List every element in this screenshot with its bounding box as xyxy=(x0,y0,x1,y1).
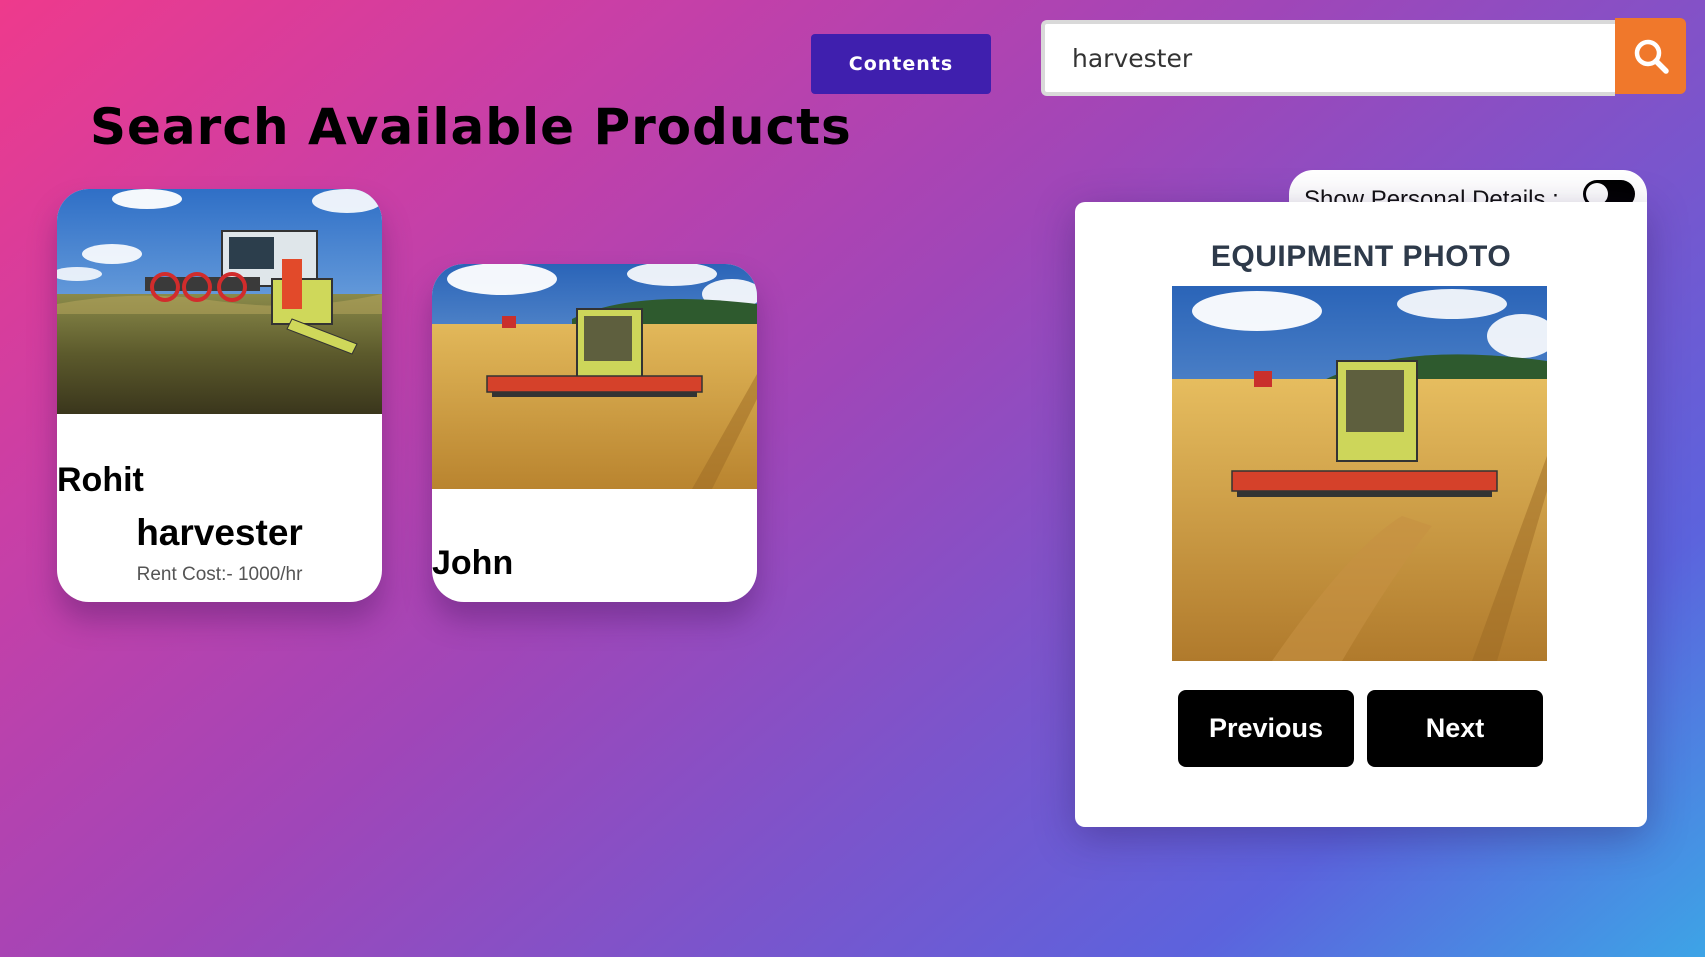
search-input[interactable]: harvester xyxy=(1041,20,1615,96)
product-name: harvester xyxy=(136,512,303,553)
combine-harvester-photo xyxy=(57,189,382,414)
rent-cost: Rent Cost:- 1000/hr xyxy=(136,564,303,585)
panel-title: EQUIPMENT PHOTO xyxy=(1210,240,1512,273)
product-card-john[interactable]: John xyxy=(432,264,757,602)
page-title: Search Available Products xyxy=(90,98,852,156)
product-owner: Rohit xyxy=(57,461,144,499)
search-bar: harvester xyxy=(1041,18,1686,96)
combine-harvester-wheat-field-photo xyxy=(432,264,757,489)
combine-harvester-wheat-field-photo xyxy=(1172,286,1547,661)
equipment-photo-panel: EQUIPMENT PHOTO Previous Next xyxy=(1075,202,1647,827)
search-icon xyxy=(1634,39,1669,74)
product-card-rohit[interactable]: Rohit harvester Rent Cost:- 1000/hr xyxy=(57,189,382,602)
contents-button[interactable]: Contents xyxy=(811,34,991,94)
previous-button[interactable]: Previous xyxy=(1178,690,1354,767)
product-owner: John xyxy=(432,544,514,582)
next-button[interactable]: Next xyxy=(1367,690,1543,767)
search-button[interactable] xyxy=(1615,18,1686,94)
